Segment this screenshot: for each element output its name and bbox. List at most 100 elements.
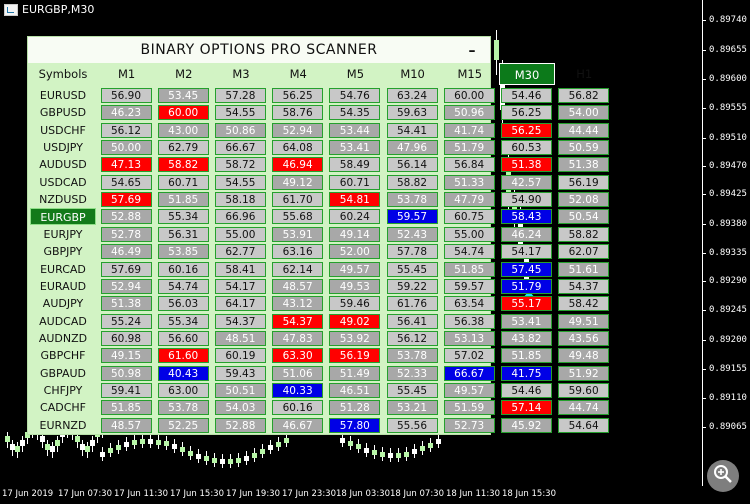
value-cell[interactable]: 60.19 [214,348,266,364]
value-cell[interactable]: 56.25 [272,88,324,103]
value-cell[interactable]: 54.37 [272,313,324,329]
value-cell[interactable]: 41.74 [443,122,495,138]
value-cell[interactable]: 63.00 [157,382,209,398]
value-cell[interactable]: 45.92 [500,417,552,433]
value-cell[interactable]: 49.14 [329,226,381,242]
value-cell[interactable]: 57.80 [329,417,381,433]
timeframe-header-m1[interactable]: M1 [99,63,154,85]
value-cell[interactable]: 59.22 [386,278,438,294]
value-cell[interactable]: 54.03 [214,400,266,416]
value-cell[interactable]: 51.59 [443,400,495,416]
value-cell[interactable]: 56.25 [500,105,552,121]
value-cell[interactable]: 53.91 [272,226,324,242]
value-cell[interactable]: 55.34 [157,209,209,225]
value-cell[interactable]: 49.15 [100,348,152,364]
value-cell[interactable]: 63.54 [443,296,495,312]
value-cell[interactable]: 47.13 [100,157,152,173]
value-cell[interactable]: 51.85 [443,261,495,277]
value-cell[interactable]: 61.60 [157,348,209,364]
value-cell[interactable]: 53.78 [386,348,438,364]
value-cell[interactable]: 51.38 [100,296,152,312]
value-cell[interactable]: 57.45 [500,261,552,277]
timeframe-header-h1[interactable]: H1 [557,63,612,85]
value-cell[interactable]: 62.14 [272,261,324,277]
value-cell[interactable]: 52.78 [100,226,152,242]
value-cell[interactable]: 60.98 [100,330,152,346]
value-cell[interactable]: 56.90 [100,88,152,103]
value-cell[interactable]: 54.55 [214,174,266,190]
value-cell[interactable]: 56.14 [386,157,438,173]
symbol-gbpjpy[interactable]: GBPJPY [30,243,96,260]
value-cell[interactable]: 60.75 [443,209,495,225]
value-cell[interactable]: 59.57 [386,209,438,225]
value-cell[interactable]: 57.78 [386,244,438,260]
value-cell[interactable]: 43.12 [272,296,324,312]
value-cell[interactable]: 64.17 [214,296,266,312]
value-cell[interactable]: 58.49 [329,157,381,173]
value-cell[interactable]: 51.38 [500,157,552,173]
value-cell[interactable]: 53.41 [500,313,552,329]
value-cell[interactable]: 52.73 [443,417,495,433]
value-cell[interactable]: 51.33 [443,174,495,190]
value-cell[interactable]: 58.82 [157,157,209,173]
value-cell[interactable]: 50.51 [214,382,266,398]
symbol-eurgbp[interactable]: EURGBP [30,208,96,226]
value-cell[interactable]: 51.92 [558,365,610,381]
timeframe-header-m2[interactable]: M2 [156,63,211,85]
value-cell[interactable]: 49.57 [329,261,381,277]
value-cell[interactable]: 52.88 [100,209,152,225]
value-cell[interactable]: 62.79 [157,140,209,156]
symbol-audjpy[interactable]: AUDJPY [30,295,96,312]
symbol-nzdusd[interactable]: NZDUSD [30,191,96,208]
value-cell[interactable]: 53.13 [443,330,495,346]
value-cell[interactable]: 61.70 [272,192,324,208]
value-cell[interactable]: 59.63 [386,105,438,121]
symbol-eurnzd[interactable]: EURNZD [30,417,96,434]
symbol-usdcad[interactable]: USDCAD [30,174,96,191]
value-cell[interactable]: 48.57 [100,417,152,433]
value-cell[interactable]: 54.17 [214,278,266,294]
value-cell[interactable]: 58.43 [500,209,552,225]
value-cell[interactable]: 46.67 [272,417,324,433]
value-cell[interactable]: 63.24 [386,88,438,103]
value-cell[interactable]: 54.46 [500,88,552,103]
value-cell[interactable]: 63.16 [272,244,324,260]
value-cell[interactable]: 43.82 [500,330,552,346]
symbol-chfjpy[interactable]: CHFJPY [30,382,96,399]
symbol-audnzd[interactable]: AUDNZD [30,330,96,347]
value-cell[interactable]: 43.56 [558,330,610,346]
symbol-audcad[interactable]: AUDCAD [30,313,96,330]
value-cell[interactable]: 59.43 [214,365,266,381]
value-cell[interactable]: 60.16 [157,261,209,277]
value-cell[interactable]: 53.85 [157,244,209,260]
value-cell[interactable]: 57.02 [443,348,495,364]
value-cell[interactable]: 66.67 [443,365,495,381]
value-cell[interactable]: 54.37 [558,278,610,294]
value-cell[interactable]: 54.65 [100,174,152,190]
symbol-gbpusd[interactable]: GBPUSD [30,104,96,121]
price-axis[interactable]: 0.89740 0.89655 0.89600 0.89555 0.89510 0.894… [702,0,750,504]
value-cell[interactable]: 56.03 [157,296,209,312]
value-cell[interactable]: 55.00 [443,226,495,242]
value-cell[interactable]: 53.21 [386,400,438,416]
value-cell[interactable]: 51.38 [558,157,610,173]
value-cell[interactable]: 52.08 [558,192,610,208]
value-cell[interactable]: 49.51 [558,313,610,329]
value-cell[interactable]: 54.55 [214,105,266,121]
value-cell[interactable]: 53.78 [386,192,438,208]
value-cell[interactable]: 66.67 [214,140,266,156]
value-cell[interactable]: 51.61 [558,261,610,277]
value-cell[interactable]: 58.42 [558,296,610,312]
value-cell[interactable]: 60.00 [443,88,495,103]
value-cell[interactable]: 56.60 [157,330,209,346]
time-axis[interactable]: 17 Jun 2019 17 Jun 07:30 17 Jun 11:30 17 Ju… [0,486,702,504]
value-cell[interactable]: 60.53 [500,140,552,156]
value-cell[interactable]: 58.82 [558,226,610,242]
value-cell[interactable]: 49.02 [329,313,381,329]
value-cell[interactable]: 60.16 [272,400,324,416]
value-cell[interactable]: 52.88 [214,417,266,433]
value-cell[interactable]: 50.59 [558,140,610,156]
symbol-usdjpy[interactable]: USDJPY [30,139,96,156]
value-cell[interactable]: 54.90 [500,192,552,208]
value-cell[interactable]: 48.51 [214,330,266,346]
